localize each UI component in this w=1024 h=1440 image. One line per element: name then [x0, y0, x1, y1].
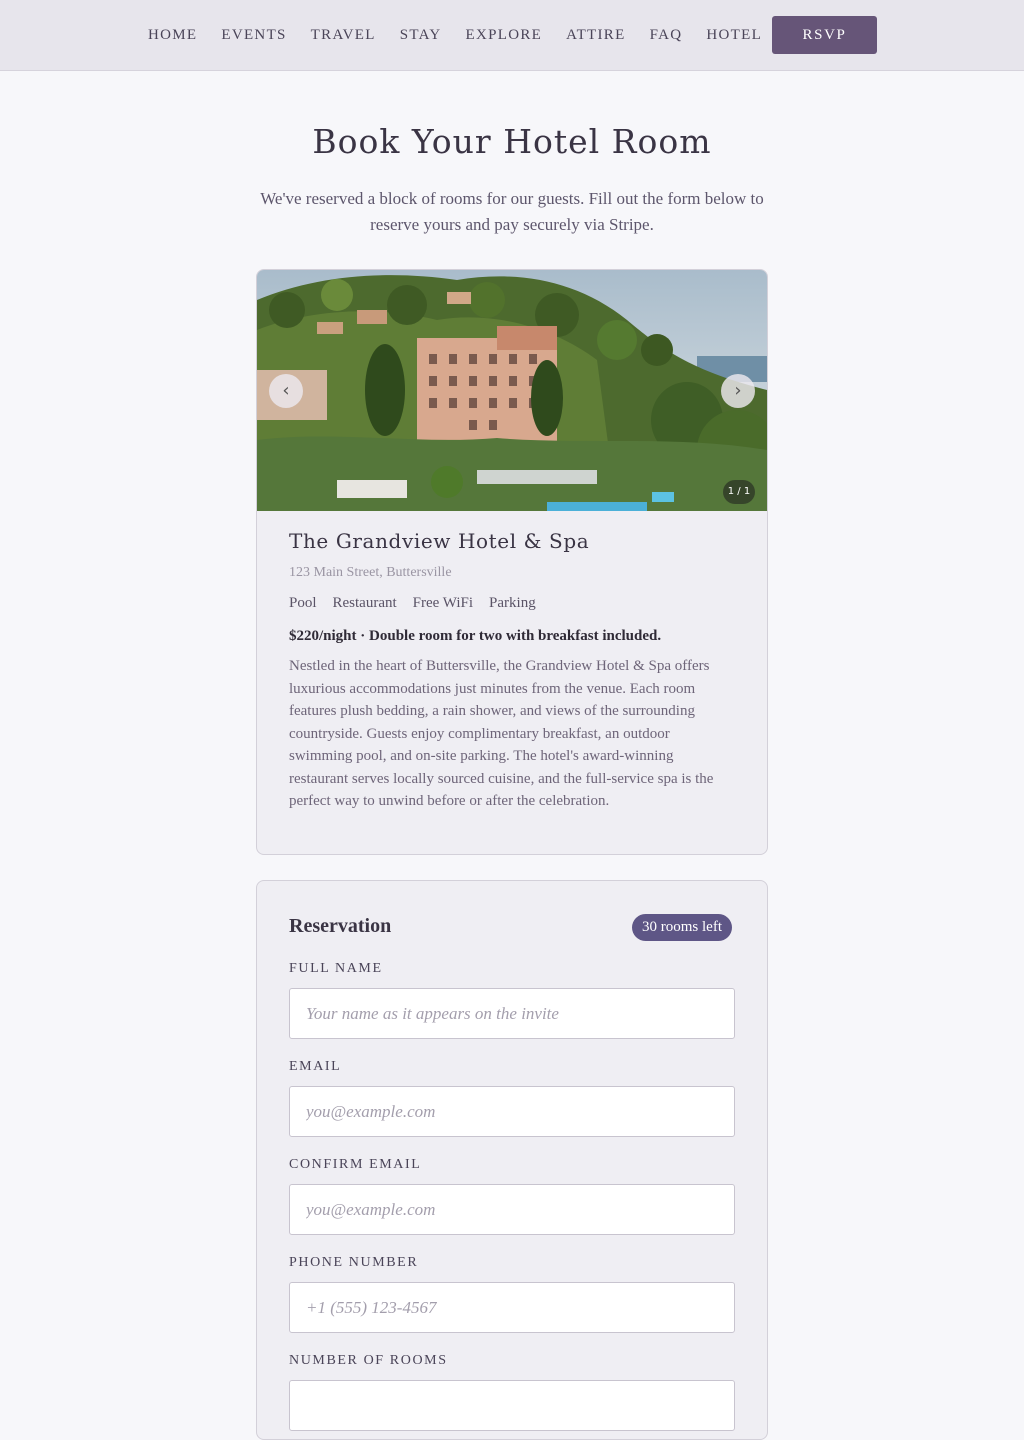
nav-link-attire[interactable]: ATTIRE — [566, 27, 625, 44]
reservation-title: Reservation — [289, 915, 392, 937]
rooms-left-badge: 30 rooms left — [632, 914, 732, 941]
carousel-next-button[interactable]: › — [721, 374, 755, 408]
rooms-count-label: NUMBER OF ROOMS — [289, 1353, 448, 1368]
nav-link-hotel[interactable]: HOTEL — [706, 27, 762, 44]
hotel-details: The Grandview Hotel & Spa 123 Main Stree… — [257, 511, 767, 813]
top-nav: HOME EVENTS TRAVEL STAY EXPLORE ATTIRE F… — [0, 0, 1024, 71]
hotel-description: Nestled in the heart of Buttersville, th… — [289, 658, 714, 809]
full-name-label: FULL NAME — [289, 961, 383, 976]
nav-link-explore[interactable]: EXPLORE — [466, 27, 543, 44]
hotel-photo — [257, 270, 767, 511]
phone-label: PHONE NUMBER — [289, 1255, 419, 1270]
amenity-pool: Pool — [289, 595, 317, 611]
hotel-name: The Grandview Hotel & Spa — [289, 529, 590, 553]
carousel-counter: 1 / 1 — [723, 480, 755, 504]
confirm-email-input[interactable] — [289, 1184, 735, 1235]
email-label: EMAIL — [289, 1059, 342, 1074]
nav-link-events[interactable]: EVENTS — [221, 27, 286, 44]
hotel-photo-carousel: ‹ › 1 / 1 — [257, 270, 767, 511]
email-input[interactable] — [289, 1086, 735, 1137]
hotel-card: ‹ › 1 / 1 The Grandview Hotel & Spa 123 … — [256, 269, 768, 855]
amenity-parking: Parking — [489, 595, 536, 611]
hotel-address: 123 Main Street, Buttersville — [289, 565, 452, 580]
page-intro: We've reserved a block of rooms for our … — [260, 189, 764, 234]
phone-input[interactable] — [289, 1282, 735, 1333]
confirm-email-label: CONFIRM EMAIL — [289, 1157, 422, 1172]
amenity-restaurant: Restaurant — [332, 595, 397, 611]
page-title: Book Your Hotel Room — [312, 122, 712, 161]
rsvp-button[interactable]: RSVP — [772, 16, 877, 54]
rooms-count-input[interactable] — [289, 1380, 735, 1431]
nav-link-stay[interactable]: STAY — [400, 27, 442, 44]
nav-link-travel[interactable]: TRAVEL — [311, 27, 376, 44]
price-line: $220/night · Double room for two with br… — [289, 628, 662, 644]
nav-links: HOME EVENTS TRAVEL STAY EXPLORE ATTIRE F… — [148, 27, 786, 44]
carousel-prev-button[interactable]: ‹ — [269, 374, 303, 408]
nav-link-home[interactable]: HOME — [148, 27, 197, 44]
nav-link-faq[interactable]: FAQ — [650, 27, 683, 44]
reservation-card: Reservation 30 rooms left FULL NAME EMAI… — [256, 880, 768, 1440]
full-name-input[interactable] — [289, 988, 735, 1039]
amenities-list: Pool Restaurant Free WiFi Parking — [289, 595, 735, 612]
amenity-wifi: Free WiFi — [412, 595, 474, 611]
